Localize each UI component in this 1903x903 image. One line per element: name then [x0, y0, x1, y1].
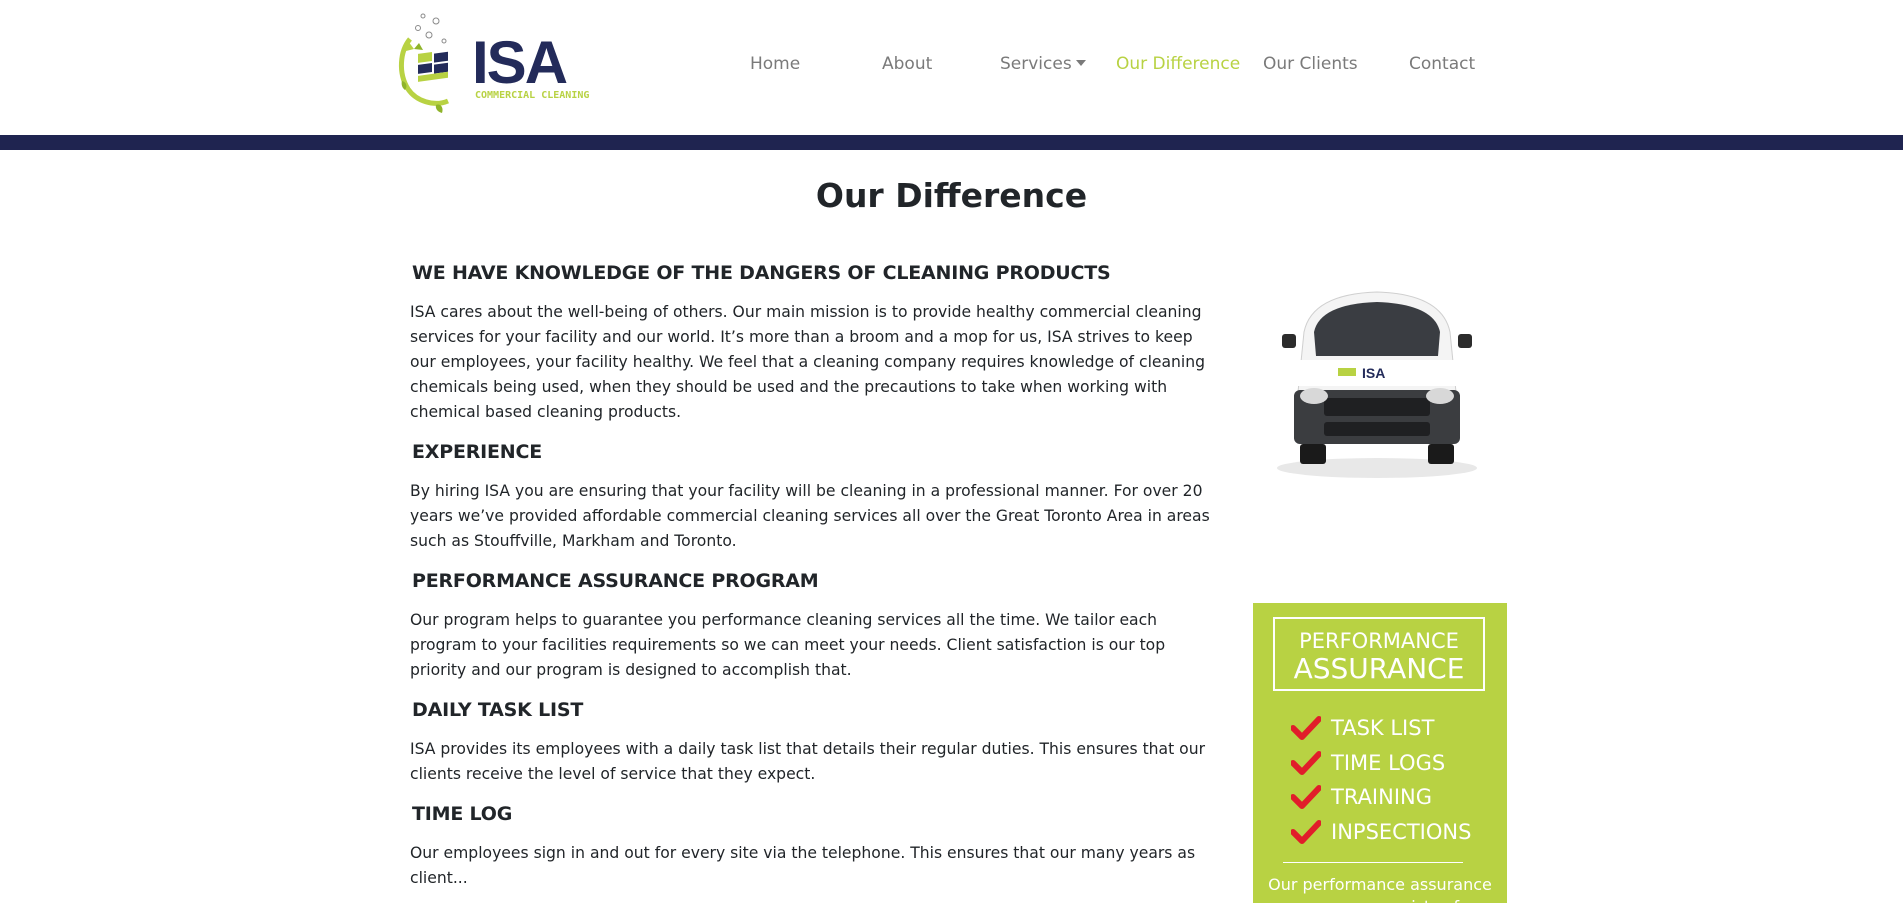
logo-mark-icon [399, 13, 449, 113]
section-heading-time-log: TIME LOG [412, 803, 513, 825]
promo-title-box: PERFORMANCE ASSURANCE [1273, 617, 1485, 691]
nav-our-clients[interactable]: Our Clients [1263, 54, 1358, 74]
section-heading-assurance: PERFORMANCE ASSURANCE PROGRAM [412, 570, 819, 592]
section-body-assurance: Our program helps to guarantee you perfo… [410, 611, 1166, 679]
page-title: Our Difference [815, 176, 1088, 215]
checklist-label: TASK LIST [1331, 716, 1435, 741]
nav-about[interactable]: About [882, 54, 932, 74]
section-body-time-log: Our employees sign in and out for every … [410, 844, 1196, 887]
section-body-products: ISA cares about the well-being of others… [410, 303, 1206, 421]
checklist-item: TIME LOGS [1291, 746, 1471, 781]
checklist-item: INPSECTIONS [1291, 815, 1471, 850]
nav-contact[interactable]: Contact [1409, 54, 1475, 74]
checklist-label: TRAINING [1331, 785, 1433, 810]
caret-down-icon [1075, 60, 1086, 66]
checkmark-icon [1291, 716, 1321, 741]
promo-checklist: TASK LIST TIME LOGS TRAINING INPSECTIONS [1291, 711, 1471, 849]
performance-assurance-banner[interactable]: PERFORMANCE ASSURANCE TASK LIST TIME LOG… [1253, 603, 1507, 903]
checklist-item: TASK LIST [1291, 711, 1471, 746]
promo-footer-text: Our performance assurance program consis… [1268, 875, 1492, 903]
checkmark-icon [1291, 819, 1321, 844]
section-heading-products: WE HAVE KNOWLEDGE OF THE DANGERS OF CLEA… [412, 262, 1111, 284]
nav-services[interactable]: Services [1000, 54, 1086, 74]
logo-tagline: COMMERCIAL CLEANING [475, 90, 590, 101]
section-body-experience: By hiring ISA you are ensuring that your… [410, 482, 1210, 550]
section-heading-task-list: DAILY TASK LIST [412, 699, 584, 721]
section-heading-experience: EXPERIENCE [412, 441, 543, 463]
nav-home[interactable]: Home [750, 54, 800, 74]
checklist-label: INPSECTIONS [1331, 819, 1472, 844]
site-header: ISA COMMERCIAL CLEANING Home About Servi… [0, 0, 1903, 135]
van-logo-text: ISA [1362, 365, 1385, 381]
isa-logo[interactable]: ISA COMMERCIAL CLEANING [396, 11, 606, 121]
main-nav: Home About Services Our Difference Our C… [720, 54, 1480, 82]
logo-wordmark: ISA [472, 29, 568, 96]
checkmark-icon [1291, 785, 1321, 810]
header-divider-bar [0, 135, 1903, 150]
van-image: ISA [1252, 272, 1502, 504]
promo-title-line2: ASSURANCE [1293, 652, 1465, 685]
promo-divider [1283, 862, 1463, 863]
main-content: WE HAVE KNOWLEDGE OF THE DANGERS OF CLEA… [410, 258, 1210, 903]
section-body-task-list: ISA provides its employees with a daily … [410, 740, 1206, 783]
van-illustration: ISA [1277, 291, 1477, 478]
checklist-label: TIME LOGS [1331, 750, 1446, 775]
nav-services-label: Services [1000, 54, 1072, 74]
promo-title-line1: PERFORMANCE [1299, 629, 1459, 653]
checkmark-icon [1291, 750, 1321, 775]
checklist-item: TRAINING [1291, 780, 1471, 815]
nav-our-difference[interactable]: Our Difference [1116, 54, 1240, 74]
